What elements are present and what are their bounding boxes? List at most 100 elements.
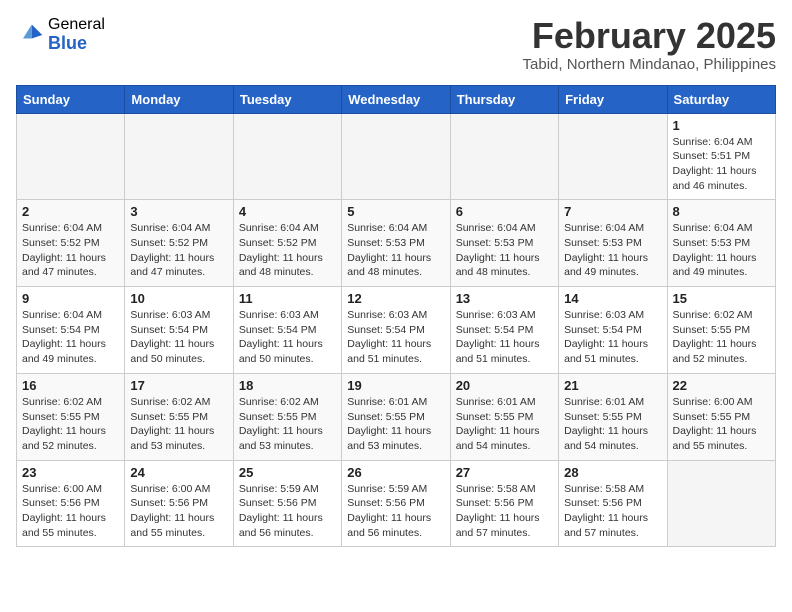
day-info: Sunrise: 6:04 AM Sunset: 5:52 PM Dayligh… bbox=[130, 221, 227, 280]
calendar-day-cell: 18 Sunrise: 6:02 AM Sunset: 5:55 PM Dayli… bbox=[233, 373, 341, 460]
logo-blue: Blue bbox=[48, 34, 105, 54]
calendar-day-cell bbox=[667, 460, 775, 547]
day-number: 14 bbox=[564, 291, 661, 306]
day-number: 13 bbox=[456, 291, 553, 306]
calendar-day-cell: 25 Sunrise: 5:59 AM Sunset: 5:56 PM Dayli… bbox=[233, 460, 341, 547]
location: Tabid, Northern Mindanao, Philippines bbox=[523, 56, 776, 73]
day-number: 19 bbox=[347, 378, 444, 393]
calendar-week-row: 1 Sunrise: 6:04 AM Sunset: 5:51 PM Daylig… bbox=[17, 113, 776, 200]
day-info: Sunrise: 6:03 AM Sunset: 5:54 PM Dayligh… bbox=[347, 308, 444, 367]
calendar-day-cell: 15 Sunrise: 6:02 AM Sunset: 5:55 PM Dayli… bbox=[667, 287, 775, 374]
day-number: 26 bbox=[347, 465, 444, 480]
day-number: 18 bbox=[239, 378, 336, 393]
calendar-day-cell: 12 Sunrise: 6:03 AM Sunset: 5:54 PM Dayli… bbox=[342, 287, 450, 374]
day-number: 10 bbox=[130, 291, 227, 306]
day-info: Sunrise: 6:02 AM Sunset: 5:55 PM Dayligh… bbox=[130, 395, 227, 454]
day-info: Sunrise: 6:04 AM Sunset: 5:51 PM Dayligh… bbox=[673, 135, 770, 194]
page-header: General Blue February 2025 Tabid, Northe… bbox=[16, 16, 776, 73]
calendar-day-cell bbox=[233, 113, 341, 200]
weekday-header: Thursday bbox=[450, 85, 558, 113]
calendar-day-cell: 6 Sunrise: 6:04 AM Sunset: 5:53 PM Daylig… bbox=[450, 200, 558, 287]
day-number: 23 bbox=[22, 465, 119, 480]
weekday-header: Saturday bbox=[667, 85, 775, 113]
calendar-day-cell: 13 Sunrise: 6:03 AM Sunset: 5:54 PM Dayli… bbox=[450, 287, 558, 374]
day-info: Sunrise: 6:04 AM Sunset: 5:52 PM Dayligh… bbox=[22, 221, 119, 280]
weekday-header: Friday bbox=[559, 85, 667, 113]
logo-general: General bbox=[48, 16, 105, 34]
day-info: Sunrise: 6:03 AM Sunset: 5:54 PM Dayligh… bbox=[564, 308, 661, 367]
calendar-day-cell: 10 Sunrise: 6:03 AM Sunset: 5:54 PM Dayli… bbox=[125, 287, 233, 374]
calendar-day-cell: 19 Sunrise: 6:01 AM Sunset: 5:55 PM Dayli… bbox=[342, 373, 450, 460]
day-number: 3 bbox=[130, 204, 227, 219]
day-number: 25 bbox=[239, 465, 336, 480]
weekday-header: Wednesday bbox=[342, 85, 450, 113]
calendar-day-cell: 7Sunrise: 6:04 AM Sunset: 5:53 PM Daylig… bbox=[559, 200, 667, 287]
calendar-day-cell: 1 Sunrise: 6:04 AM Sunset: 5:51 PM Daylig… bbox=[667, 113, 775, 200]
day-number: 27 bbox=[456, 465, 553, 480]
day-number: 4 bbox=[239, 204, 336, 219]
calendar-day-cell: 5 Sunrise: 6:04 AM Sunset: 5:53 PM Daylig… bbox=[342, 200, 450, 287]
calendar-day-cell: 26Sunrise: 5:59 AM Sunset: 5:56 PM Dayli… bbox=[342, 460, 450, 547]
day-number: 8 bbox=[673, 204, 770, 219]
calendar-day-cell: 28Sunrise: 5:58 AM Sunset: 5:56 PM Dayli… bbox=[559, 460, 667, 547]
day-info: Sunrise: 6:03 AM Sunset: 5:54 PM Dayligh… bbox=[456, 308, 553, 367]
day-number: 12 bbox=[347, 291, 444, 306]
day-number: 21 bbox=[564, 378, 661, 393]
calendar-day-cell: 20Sunrise: 6:01 AM Sunset: 5:55 PM Dayli… bbox=[450, 373, 558, 460]
calendar-day-cell: 22 Sunrise: 6:00 AM Sunset: 5:55 PM Dayli… bbox=[667, 373, 775, 460]
calendar-day-cell bbox=[17, 113, 125, 200]
calendar-day-cell: 3 Sunrise: 6:04 AM Sunset: 5:52 PM Daylig… bbox=[125, 200, 233, 287]
calendar-header-row: SundayMondayTuesdayWednesdayThursdayFrid… bbox=[17, 85, 776, 113]
weekday-header: Tuesday bbox=[233, 85, 341, 113]
day-number: 1 bbox=[673, 118, 770, 133]
weekday-header: Sunday bbox=[17, 85, 125, 113]
day-number: 17 bbox=[130, 378, 227, 393]
calendar-day-cell bbox=[342, 113, 450, 200]
day-info: Sunrise: 6:00 AM Sunset: 5:55 PM Dayligh… bbox=[673, 395, 770, 454]
calendar-day-cell: 8 Sunrise: 6:04 AM Sunset: 5:53 PM Daylig… bbox=[667, 200, 775, 287]
calendar-day-cell: 17 Sunrise: 6:02 AM Sunset: 5:55 PM Dayli… bbox=[125, 373, 233, 460]
weekday-header: Monday bbox=[125, 85, 233, 113]
day-number: 28 bbox=[564, 465, 661, 480]
day-number: 5 bbox=[347, 204, 444, 219]
day-number: 16 bbox=[22, 378, 119, 393]
calendar-day-cell: 2 Sunrise: 6:04 AM Sunset: 5:52 PM Daylig… bbox=[17, 200, 125, 287]
day-info: Sunrise: 6:04 AM Sunset: 5:53 PM Dayligh… bbox=[673, 221, 770, 280]
logo: General Blue bbox=[16, 16, 105, 53]
day-info: Sunrise: 6:04 AM Sunset: 5:53 PM Dayligh… bbox=[564, 221, 661, 280]
day-info: Sunrise: 6:03 AM Sunset: 5:54 PM Dayligh… bbox=[239, 308, 336, 367]
calendar-day-cell bbox=[559, 113, 667, 200]
day-number: 15 bbox=[673, 291, 770, 306]
day-info: Sunrise: 6:04 AM Sunset: 5:53 PM Dayligh… bbox=[456, 221, 553, 280]
day-info: Sunrise: 6:02 AM Sunset: 5:55 PM Dayligh… bbox=[239, 395, 336, 454]
day-info: Sunrise: 6:01 AM Sunset: 5:55 PM Dayligh… bbox=[564, 395, 661, 454]
day-number: 20 bbox=[456, 378, 553, 393]
day-info: Sunrise: 6:00 AM Sunset: 5:56 PM Dayligh… bbox=[22, 482, 119, 541]
month-title: February 2025 bbox=[523, 16, 776, 56]
day-info: Sunrise: 6:02 AM Sunset: 5:55 PM Dayligh… bbox=[22, 395, 119, 454]
day-number: 22 bbox=[673, 378, 770, 393]
calendar-day-cell: 11 Sunrise: 6:03 AM Sunset: 5:54 PM Dayli… bbox=[233, 287, 341, 374]
logo-icon bbox=[16, 21, 44, 49]
calendar-week-row: 16 Sunrise: 6:02 AM Sunset: 5:55 PM Dayli… bbox=[17, 373, 776, 460]
day-info: Sunrise: 6:01 AM Sunset: 5:55 PM Dayligh… bbox=[347, 395, 444, 454]
day-info: Sunrise: 6:00 AM Sunset: 5:56 PM Dayligh… bbox=[130, 482, 227, 541]
day-number: 24 bbox=[130, 465, 227, 480]
day-info: Sunrise: 6:03 AM Sunset: 5:54 PM Dayligh… bbox=[130, 308, 227, 367]
calendar-week-row: 23 Sunrise: 6:00 AM Sunset: 5:56 PM Dayli… bbox=[17, 460, 776, 547]
calendar-day-cell: 14 Sunrise: 6:03 AM Sunset: 5:54 PM Dayli… bbox=[559, 287, 667, 374]
day-number: 6 bbox=[456, 204, 553, 219]
day-info: Sunrise: 6:04 AM Sunset: 5:53 PM Dayligh… bbox=[347, 221, 444, 280]
day-info: Sunrise: 6:04 AM Sunset: 5:52 PM Dayligh… bbox=[239, 221, 336, 280]
day-number: 2 bbox=[22, 204, 119, 219]
calendar-table: SundayMondayTuesdayWednesdayThursdayFrid… bbox=[16, 85, 776, 548]
day-number: 11 bbox=[239, 291, 336, 306]
title-block: February 2025 Tabid, Northern Mindanao, … bbox=[523, 16, 776, 73]
calendar-day-cell: 4 Sunrise: 6:04 AM Sunset: 5:52 PM Daylig… bbox=[233, 200, 341, 287]
day-info: Sunrise: 6:02 AM Sunset: 5:55 PM Dayligh… bbox=[673, 308, 770, 367]
calendar-week-row: 9Sunrise: 6:04 AM Sunset: 5:54 PM Daylig… bbox=[17, 287, 776, 374]
calendar-day-cell: 9Sunrise: 6:04 AM Sunset: 5:54 PM Daylig… bbox=[17, 287, 125, 374]
calendar-day-cell bbox=[450, 113, 558, 200]
day-info: Sunrise: 6:04 AM Sunset: 5:54 PM Dayligh… bbox=[22, 308, 119, 367]
day-info: Sunrise: 5:59 AM Sunset: 5:56 PM Dayligh… bbox=[239, 482, 336, 541]
